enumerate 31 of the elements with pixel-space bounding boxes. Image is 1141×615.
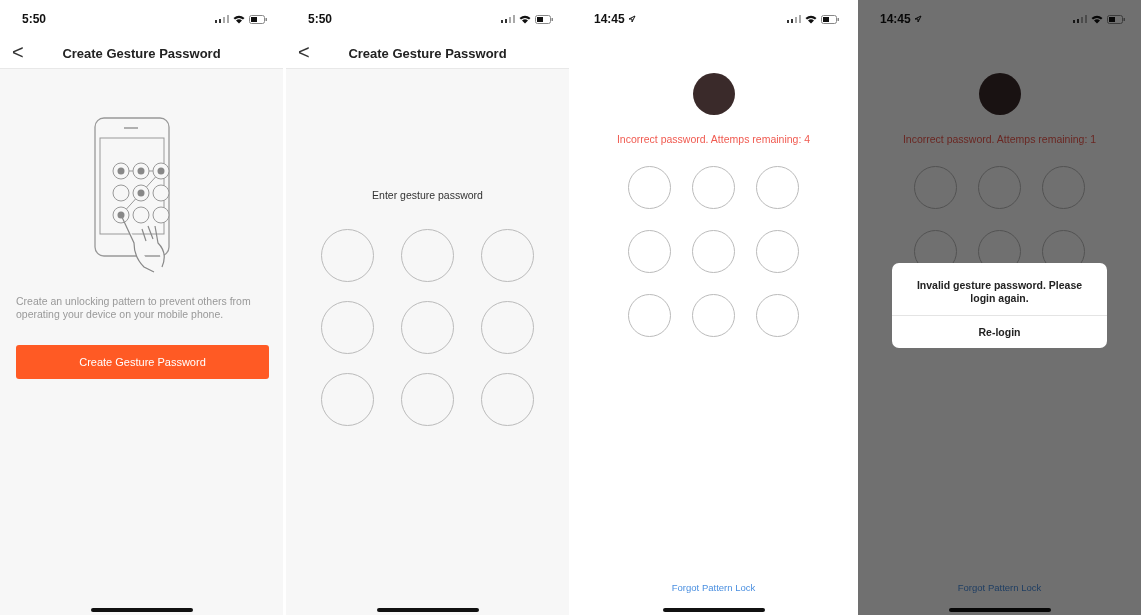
prompt-text: Enter gesture password: [372, 189, 483, 201]
avatar: [692, 73, 735, 115]
relogin-button[interactable]: Re-login: [892, 315, 1107, 348]
back-button[interactable]: <: [296, 41, 312, 63]
status-time: 5:50: [308, 12, 333, 26]
status-time: 14:45: [594, 12, 636, 26]
avatar: [978, 73, 1021, 115]
signal-icon: [501, 15, 515, 23]
nav-title: Create Gesture Password: [62, 45, 221, 61]
location-arrow-icon: [913, 15, 922, 23]
signal-icon: [1073, 15, 1087, 23]
signal-icon: [787, 15, 801, 23]
wifi-icon: [233, 14, 245, 24]
wifi-icon: [805, 14, 817, 24]
wifi-icon: [1091, 14, 1103, 24]
battery-icon: [535, 14, 553, 24]
wifi-icon: [519, 14, 531, 24]
status-time: 14:45: [880, 12, 922, 26]
signal-icon: [215, 15, 229, 23]
error-message: Incorrect password. Attemps remaining: 4: [616, 133, 811, 145]
dialog-message: Invalid gesture password. Please login again.: [915, 278, 1084, 306]
battery-icon: [1107, 14, 1125, 24]
battery-icon: [249, 14, 267, 24]
error-message: Incorrect password. Attemps remaining: 1: [902, 133, 1097, 145]
location-arrow-icon: [627, 15, 636, 23]
description-text: Create an unlocking pattern to prevent others from operating your device on your mobile phone.: [16, 295, 252, 321]
status-time: 5:50: [22, 12, 47, 26]
battery-icon: [821, 14, 839, 24]
forgot-pattern-link[interactable]: Forgot Pattern Lock: [671, 582, 756, 593]
nav-title: Create Gesture Password: [348, 45, 507, 61]
back-button[interactable]: <: [10, 41, 26, 63]
